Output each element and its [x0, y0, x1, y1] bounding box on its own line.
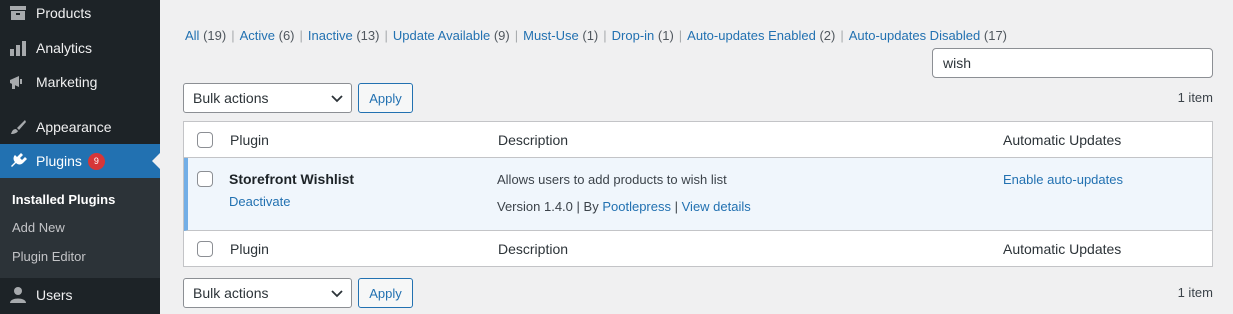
filter-all[interactable]: All (19) [185, 28, 226, 43]
deactivate-link[interactable]: Deactivate [229, 194, 290, 209]
menu-item-label: Appearance [36, 119, 112, 135]
column-description-footer: Description [498, 241, 569, 257]
menu-item-label: Users [36, 287, 73, 303]
filter-update-available[interactable]: Update Available (9) [393, 28, 510, 43]
menu-item-products[interactable]: Products [0, 0, 160, 30]
select-all-checkbox[interactable] [197, 132, 213, 148]
plugin-description: Allows users to add products to wish lis… [497, 172, 727, 187]
menu-item-label: Products [36, 5, 92, 21]
menu-item-marketing[interactable]: Marketing [0, 65, 160, 99]
admin-sidebar: Products Analytics Marketing Appearance … [0, 0, 160, 314]
column-description: Description [498, 132, 569, 148]
bulk-actions-label: Bulk actions [193, 285, 269, 301]
items-count-bottom: 1 item [1177, 285, 1213, 300]
chevron-down-icon [331, 290, 343, 298]
filter-must-use[interactable]: Must-Use (1) [523, 28, 598, 43]
apply-button-top[interactable]: Apply [358, 83, 413, 113]
table-footer-row: Plugin Description Automatic Updates [184, 231, 1212, 267]
plugin-search-input[interactable] [932, 48, 1213, 78]
menu-item-users[interactable]: Users [0, 278, 160, 312]
filter-auto-updates-disabled[interactable]: Auto-updates Disabled (17) [849, 28, 1007, 43]
filter-auto-updates-enabled[interactable]: Auto-updates Enabled (2) [687, 28, 835, 43]
filter-active[interactable]: Active (6) [240, 28, 295, 43]
enable-auto-updates-link[interactable]: Enable auto-updates [1003, 172, 1123, 187]
column-automatic-updates-footer: Automatic Updates [1003, 241, 1122, 257]
menu-item-label: Marketing [36, 74, 98, 90]
megaphone-icon [8, 72, 28, 92]
menu-item-appearance[interactable]: Appearance [0, 110, 160, 144]
bar-chart-icon [8, 38, 28, 58]
bulk-actions-select-bottom[interactable]: Bulk actions [183, 278, 352, 308]
view-details-link[interactable]: View details [682, 199, 751, 214]
chevron-down-icon [331, 95, 343, 103]
paintbrush-icon [8, 117, 28, 137]
user-icon [8, 285, 28, 305]
plugin-status-filters: All (19) | Active (6) | Inactive (13) | Update… [185, 28, 1008, 43]
plugins-submenu: Installed Plugins Add New Plugin Editor [0, 178, 160, 278]
column-automatic-updates: Automatic Updates [1003, 132, 1122, 148]
submenu-plugin-editor[interactable]: Plugin Editor [12, 249, 86, 264]
author-link[interactable]: Pootlepress [602, 199, 671, 214]
menu-item-plugins[interactable]: Plugins 9 [0, 144, 160, 178]
table-row: Storefront Wishlist Deactivate Allows us… [184, 158, 1212, 231]
submenu-add-new[interactable]: Add New [12, 220, 65, 235]
plugin-name: Storefront Wishlist [229, 171, 355, 187]
plugin-version-line: Version 1.4.0 | By Pootlepress | View de… [497, 199, 751, 214]
select-all-checkbox-footer[interactable] [197, 241, 213, 257]
archive-icon [8, 3, 28, 23]
apply-button-bottom[interactable]: Apply [358, 278, 413, 308]
menu-item-label: Plugins [36, 153, 82, 169]
filter-drop-in[interactable]: Drop-in (1) [612, 28, 674, 43]
column-plugin: Plugin [230, 132, 269, 148]
bulk-actions-select-top[interactable]: Bulk actions [183, 83, 352, 113]
bulk-actions-label: Bulk actions [193, 90, 269, 106]
submenu-installed-plugins[interactable]: Installed Plugins [12, 192, 115, 207]
menu-item-analytics[interactable]: Analytics [0, 31, 160, 65]
plugin-row-checkbox[interactable] [197, 171, 213, 187]
filter-inactive[interactable]: Inactive (13) [308, 28, 380, 43]
plugins-table: Plugin Description Automatic Updates Sto… [183, 121, 1213, 267]
column-plugin-footer: Plugin [230, 241, 269, 257]
items-count-top: 1 item [1177, 90, 1213, 105]
menu-item-label: Analytics [36, 40, 93, 56]
table-header-row: Plugin Description Automatic Updates [184, 122, 1212, 158]
plugin-icon [8, 151, 28, 171]
update-count-badge: 9 [87, 152, 105, 170]
